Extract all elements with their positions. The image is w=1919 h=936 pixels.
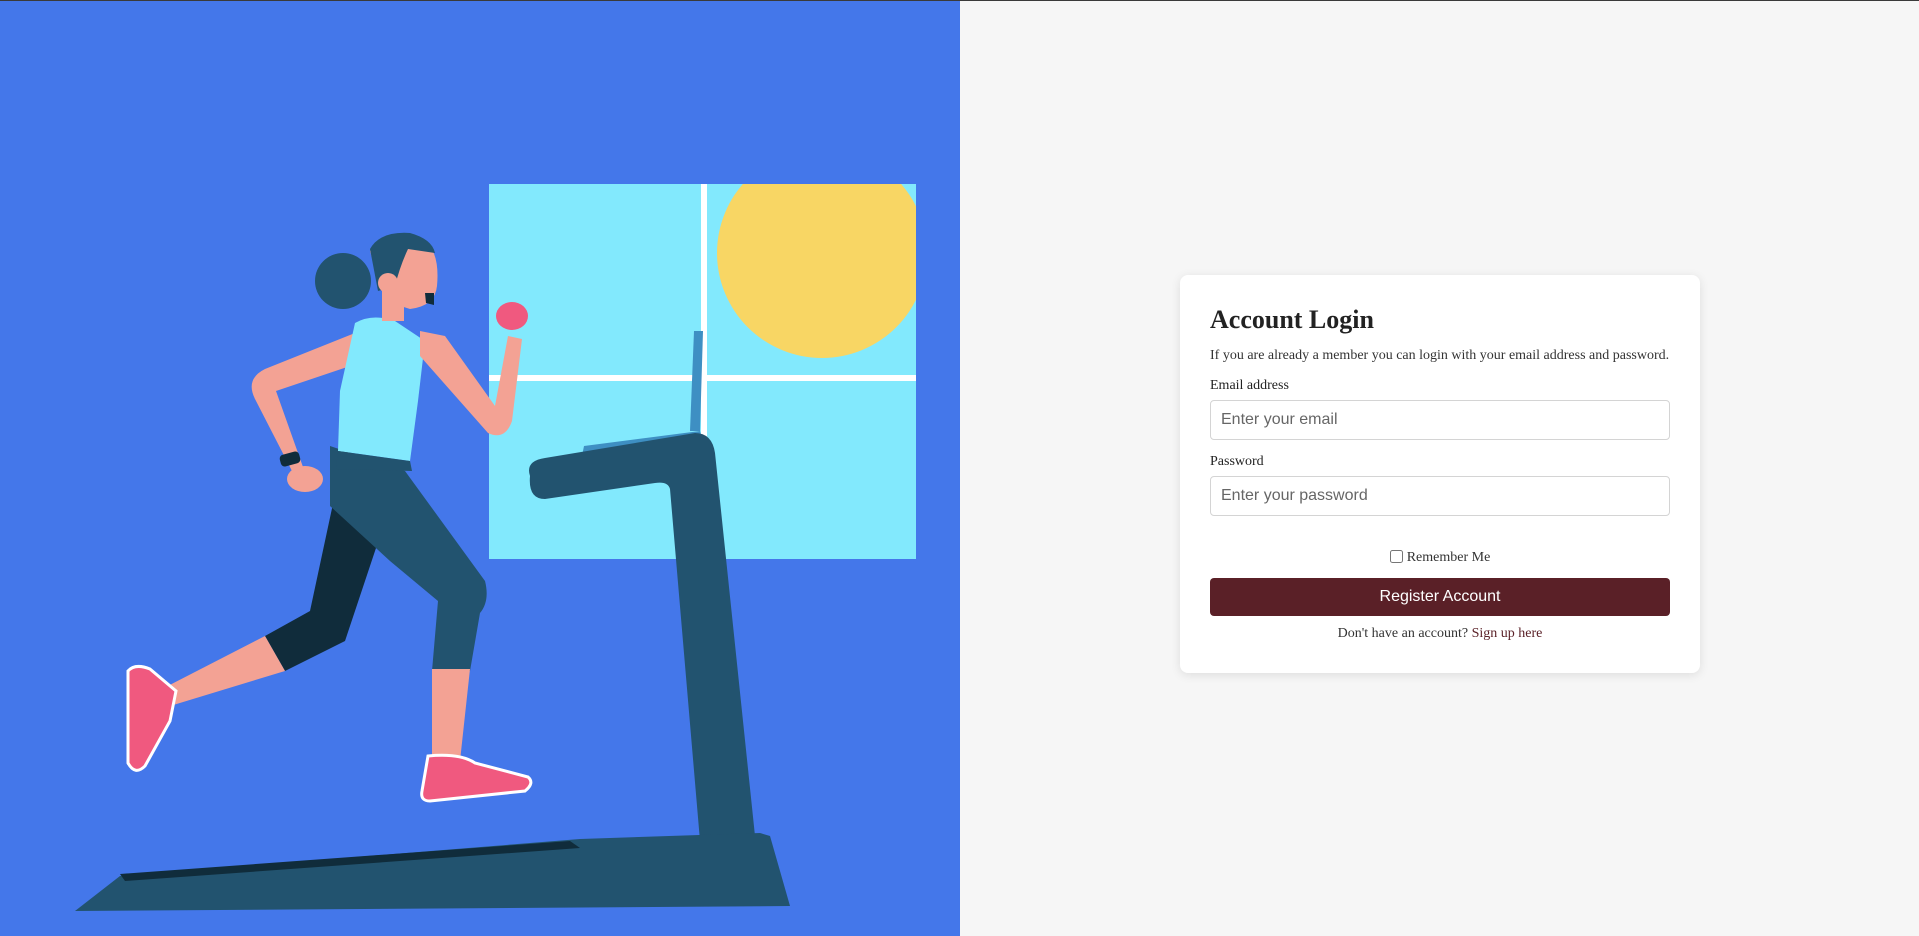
login-title: Account Login (1210, 305, 1374, 334)
remember-me-row: Remember Me (1210, 550, 1670, 566)
login-subtitle: If you are already a member you can logi… (1210, 348, 1670, 363)
signup-row: Don't have an account? Sign up here (1210, 626, 1670, 642)
login-card: Account Login If you are already a membe… (1180, 275, 1700, 673)
register-account-button[interactable]: Register Account (1210, 578, 1670, 616)
remember-me-label[interactable]: Remember Me (1407, 550, 1491, 565)
sun-shape (717, 184, 916, 358)
email-field[interactable] (1210, 400, 1670, 440)
email-label: Email address (1210, 378, 1289, 393)
hero-illustration-panel (0, 1, 960, 936)
signup-link[interactable]: Sign up here (1472, 626, 1543, 641)
password-field[interactable] (1210, 476, 1670, 516)
runner-illustration (126, 232, 533, 803)
signup-prompt: Don't have an account? (1337, 626, 1469, 641)
password-label: Password (1210, 454, 1264, 469)
woman-running-on-treadmill-illustration (75, 184, 916, 911)
remember-me-checkbox[interactable] (1389, 550, 1403, 563)
